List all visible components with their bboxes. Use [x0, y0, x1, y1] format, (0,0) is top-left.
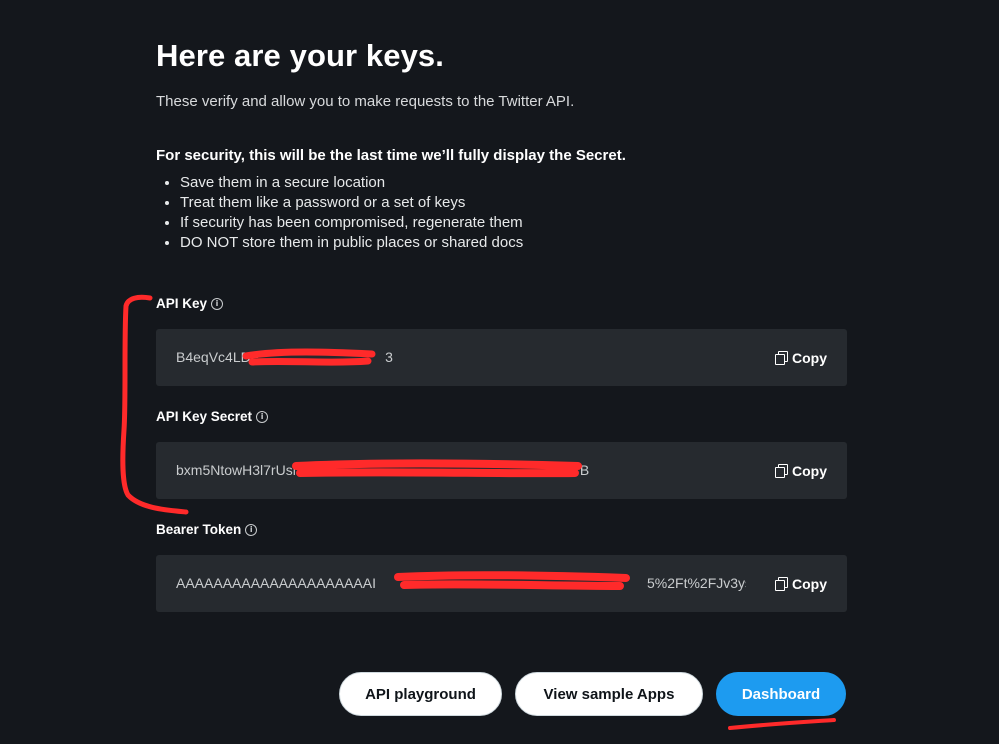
copy-label: Copy: [792, 349, 827, 366]
copy-icon: [775, 577, 788, 591]
api-key-secret-label: API Key Secret i: [156, 409, 269, 424]
api-key-secret-value-end: B: [579, 462, 590, 478]
copy-label: Copy: [792, 462, 827, 479]
page-subtitle: These verify and allow you to make reque…: [156, 93, 575, 110]
api-key-secret-value: bxm5NtowH3l7rUsl B: [176, 442, 589, 499]
bearer-token-label-text: Bearer Token: [156, 522, 242, 537]
copy-api-key-secret-button[interactable]: Copy: [775, 442, 827, 499]
copy-bearer-token-button[interactable]: Copy: [775, 555, 827, 612]
copy-icon: [775, 351, 788, 365]
bearer-token-value-end: 5%2Ft%2FJv3ys…: [647, 575, 746, 591]
api-key-secret-field: bxm5NtowH3l7rUsl B Copy: [156, 442, 847, 499]
view-sample-apps-button[interactable]: View sample Apps: [515, 672, 703, 716]
security-tips-list: Save them in a secure location Treat the…: [156, 173, 523, 253]
dashboard-button[interactable]: Dashboard: [716, 672, 846, 716]
api-key-label-text: API Key: [156, 296, 208, 311]
api-key-value-end: 3: [385, 349, 393, 365]
api-key-label: API Key i: [156, 296, 224, 311]
api-key-value-start: B4eqVc4LDP: [176, 349, 261, 365]
api-key-secret-label-text: API Key Secret: [156, 409, 253, 424]
api-key-value: B4eqVc4LDP 3: [176, 329, 393, 386]
bearer-token-label: Bearer Token i: [156, 522, 258, 537]
bearer-token-value-start: AAAAAAAAAAAAAAAAAAAAAI: [176, 575, 376, 591]
copy-api-key-button[interactable]: Copy: [775, 329, 827, 386]
info-icon[interactable]: i: [245, 523, 258, 536]
security-notice-title: For security, this will be the last time…: [156, 147, 626, 164]
list-item: If security has been compromised, regene…: [180, 213, 523, 233]
bearer-token-field: AAAAAAAAAAAAAAAAAAAAAI 5%2Ft%2FJv3ys… Cop…: [156, 555, 847, 612]
page-title: Here are your keys.: [156, 38, 444, 73]
list-item: DO NOT store them in public places or sh…: [180, 233, 523, 253]
info-icon[interactable]: i: [256, 410, 269, 423]
list-item: Treat them like a password or a set of k…: [180, 193, 523, 213]
api-playground-button[interactable]: API playground: [339, 672, 502, 716]
copy-icon: [775, 464, 788, 478]
api-key-field: B4eqVc4LDP 3 Copy: [156, 329, 847, 386]
keys-page: Here are your keys. These verify and all…: [0, 0, 999, 744]
api-key-secret-value-start: bxm5NtowH3l7rUsl: [176, 462, 296, 478]
bearer-token-value: AAAAAAAAAAAAAAAAAAAAAI 5%2Ft%2FJv3ys…: [176, 555, 746, 612]
annotation-dashboard-underline: [728, 718, 836, 730]
info-icon[interactable]: i: [211, 297, 224, 310]
list-item: Save them in a secure location: [180, 173, 523, 193]
copy-label: Copy: [792, 575, 827, 592]
